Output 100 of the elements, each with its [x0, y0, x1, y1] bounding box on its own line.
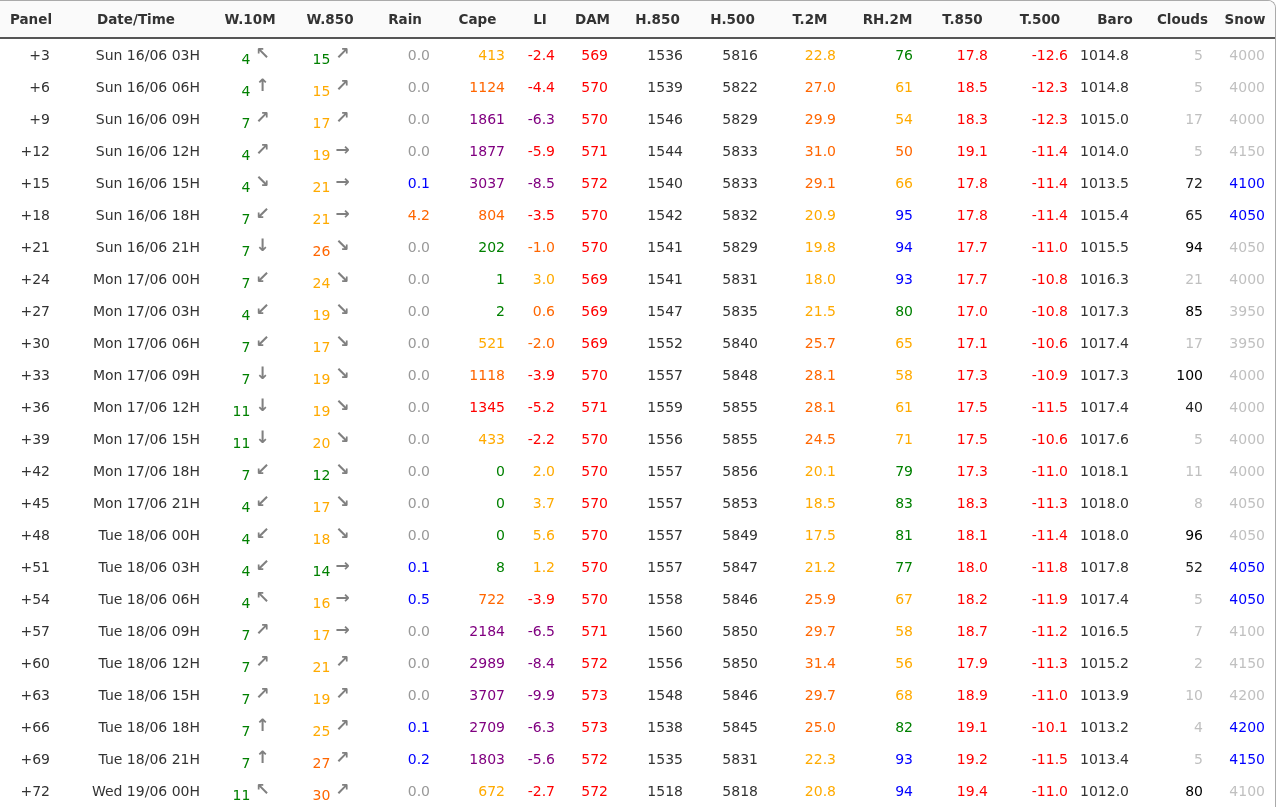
- wind-speed: 7: [240, 690, 251, 707]
- wind-speed: 24: [311, 274, 331, 291]
- column-header[interactable]: DAM: [565, 1, 620, 38]
- table-cell-text: 1016.3: [1080, 270, 1130, 289]
- table-cell-text: 29.1: [803, 174, 837, 193]
- table-cell-text: 569: [580, 302, 609, 321]
- column-header[interactable]: W.850: [290, 1, 370, 38]
- table-cell-text: 17.5: [803, 526, 837, 545]
- column-header[interactable]: Date/Time: [62, 1, 210, 38]
- table-cell-text: 0.0: [406, 110, 431, 129]
- wind-direction-arrow: ↙: [255, 460, 270, 478]
- table-cell-text: 1015.4: [1080, 206, 1130, 225]
- table-cell-text: 67: [894, 590, 914, 609]
- column-header[interactable]: H.500: [695, 1, 770, 38]
- column-header[interactable]: H.850: [620, 1, 695, 38]
- table-cell-text: 20.9: [803, 206, 837, 225]
- column-header[interactable]: T.850: [925, 1, 1000, 38]
- table-cell-text: Mon 17/06 15H: [91, 430, 201, 449]
- table-cell-text: 4.2: [406, 206, 431, 225]
- table-cell-text: 3707: [468, 686, 506, 705]
- wind-direction-arrow: ↘: [335, 268, 350, 286]
- table-cell-text: 79: [894, 462, 914, 481]
- table-cell-text: 570: [580, 78, 609, 97]
- table-cell-text: -5.6: [526, 750, 556, 769]
- column-header[interactable]: Cape: [440, 1, 515, 38]
- wind-direction-arrow: ↙: [255, 556, 270, 574]
- table-cell-text: -3.9: [526, 366, 556, 385]
- table-cell: 22.8: [770, 38, 850, 71]
- table-cell-text: 0.0: [406, 334, 431, 353]
- wind-speed: 4: [240, 498, 251, 515]
- table-cell-text: 65: [894, 334, 914, 353]
- table-cell-text: 0.0: [406, 462, 431, 481]
- table-cell: 1014.8: [1080, 38, 1150, 71]
- table-cell-text: 5.6: [531, 526, 556, 545]
- table-cell-text: -11.4: [1030, 174, 1069, 193]
- table-cell-text: 433: [477, 430, 506, 449]
- column-header[interactable]: Rain: [370, 1, 440, 38]
- table-cell-text: 61: [894, 398, 914, 417]
- table-cell-text: 93: [894, 750, 914, 769]
- wind-speed: 14: [311, 562, 331, 579]
- wind-speed: 7: [240, 338, 251, 355]
- table-cell-text: Tue 18/06 00H: [97, 526, 201, 545]
- table-cell: -2.4: [515, 38, 565, 71]
- table-cell-text: 18.5: [955, 78, 989, 97]
- table-cell-text: +54: [19, 590, 51, 609]
- table-cell-text: 4000: [1228, 78, 1266, 97]
- table-cell-text: +12: [19, 142, 51, 161]
- table-cell-text: 4050: [1228, 526, 1266, 545]
- wind-direction-arrow: ↖: [255, 780, 270, 798]
- table-cell-text: 1557: [646, 366, 684, 385]
- table-cell-text: Mon 17/06 06H: [91, 334, 201, 353]
- table-cell-text: 2.0: [531, 462, 556, 481]
- table-cell-text: 18.5: [803, 494, 837, 513]
- table-cell-text: -10.8: [1030, 302, 1069, 321]
- wind-speed: 7: [240, 658, 251, 675]
- table-cell-text: 40: [1184, 398, 1204, 417]
- table-cell-text: Tue 18/06 03H: [97, 558, 201, 577]
- table-cell-text: 0.0: [406, 686, 431, 705]
- table-cell-text: -4.4: [526, 78, 556, 97]
- table-cell-text: +15: [19, 174, 51, 193]
- table-cell-text: 4000: [1228, 462, 1266, 481]
- table-cell: 5816: [695, 38, 770, 71]
- column-header[interactable]: RH.2M: [850, 1, 925, 38]
- wind-speed: 15: [311, 82, 331, 99]
- table-cell-text: -11.5: [1030, 750, 1069, 769]
- table-cell-text: 1546: [646, 110, 684, 129]
- wind-speed: 7: [240, 722, 251, 739]
- column-header[interactable]: LI: [515, 1, 565, 38]
- wind-direction-arrow: ↘: [335, 524, 350, 542]
- table-cell-text: 570: [580, 526, 609, 545]
- table-cell-text: 1017.4: [1080, 398, 1130, 417]
- table-cell-text: 31.4: [803, 654, 837, 673]
- wind-direction-arrow: ↓: [255, 364, 270, 382]
- table-cell-text: Mon 17/06 09H: [91, 366, 201, 385]
- table-cell-text: 5846: [721, 590, 759, 609]
- table-cell-text: 1558: [646, 590, 684, 609]
- table-cell-text: -11.0: [1030, 782, 1069, 801]
- table-cell-text: 5829: [721, 238, 759, 257]
- table-cell-text: -12.3: [1030, 110, 1069, 129]
- wind-direction-arrow: ↓: [255, 428, 270, 446]
- wind-speed: 12: [311, 466, 331, 483]
- table-cell-text: 95: [894, 206, 914, 225]
- wind-direction-arrow: ↖: [255, 588, 270, 606]
- column-header[interactable]: T.2M: [770, 1, 850, 38]
- column-header[interactable]: Clouds: [1150, 1, 1215, 38]
- table-cell-text: 1861: [468, 110, 506, 129]
- wind-speed: 4: [240, 306, 251, 323]
- column-header[interactable]: T.500: [1000, 1, 1080, 38]
- wind-speed: 17: [311, 498, 331, 515]
- column-header[interactable]: Snow: [1215, 1, 1275, 38]
- table-cell-text: 1518: [646, 782, 684, 801]
- table-cell-text: 1538: [646, 718, 684, 737]
- table-cell-text: 0.0: [406, 526, 431, 545]
- table-cell-text: 18.0: [955, 558, 989, 577]
- table-cell-text: 0.1: [406, 718, 431, 737]
- column-header[interactable]: Baro: [1080, 1, 1150, 38]
- column-header[interactable]: W.10M: [210, 1, 290, 38]
- table-cell-text: 29.9: [803, 110, 837, 129]
- table-cell-text: 29.7: [803, 622, 837, 641]
- column-header[interactable]: Panel: [0, 1, 62, 38]
